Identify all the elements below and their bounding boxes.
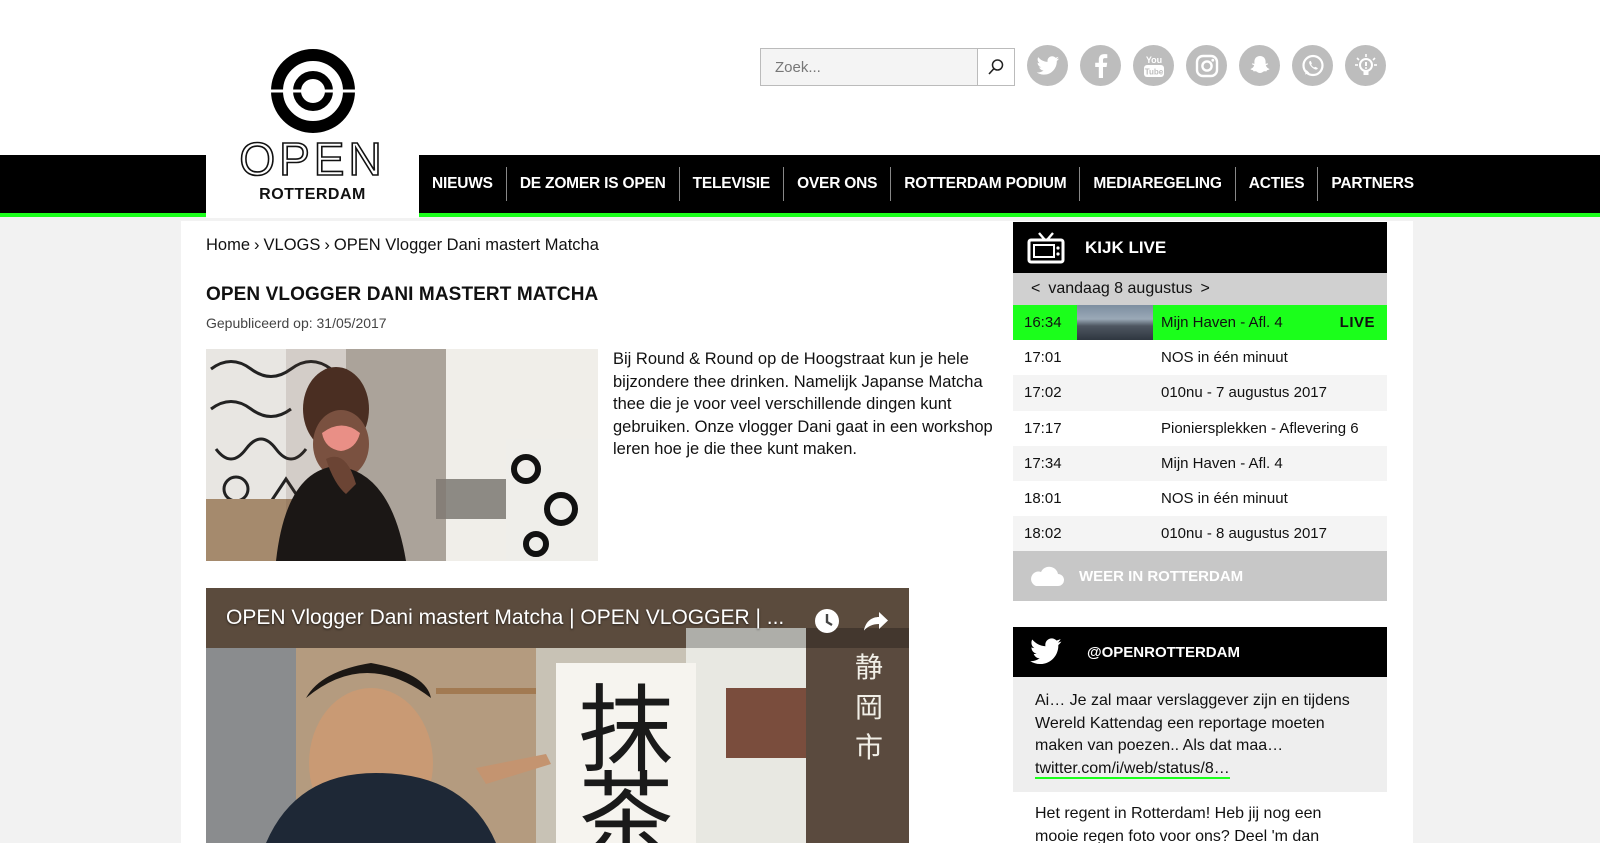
- schedule-time: 17:34: [1024, 454, 1062, 472]
- twitter-handle: @OPENROTTERDAM: [1087, 643, 1240, 661]
- schedule-row[interactable]: 17:34 Mijn Haven - Afl. 4: [1013, 445, 1387, 481]
- site-logo[interactable]: OPEN ROTTERDAM: [206, 48, 419, 218]
- sidebar: KIJK LIVE < vandaag 8 augustus > 16:34 Mi…: [1013, 222, 1387, 843]
- breadcrumb-home[interactable]: Home: [206, 236, 250, 254]
- svg-text:茶: 茶: [578, 763, 673, 843]
- tweet: Ai… Je zal maar verslaggever zijn en tij…: [1013, 677, 1387, 793]
- schedule-row[interactable]: 18:02 010nu - 8 augustus 2017: [1013, 516, 1387, 552]
- nav-item-mediaregeling[interactable]: MEDIAREGELING: [1080, 167, 1236, 201]
- schedule-row[interactable]: 17:01 NOS in één minuut: [1013, 340, 1387, 376]
- schedule-row[interactable]: 17:02 010nu - 7 augustus 2017: [1013, 375, 1387, 411]
- schedule-time: 17:02: [1024, 384, 1062, 402]
- logo-subtitle: ROTTERDAM: [259, 186, 366, 203]
- video-sign-text: 静岡市: [854, 651, 883, 764]
- breadcrumb-section[interactable]: VLOGS: [264, 236, 321, 254]
- watch-later-icon[interactable]: [812, 606, 842, 636]
- breadcrumb: Home › VLOGS › OPEN Vlogger Dani mastert Mat…: [206, 236, 603, 255]
- tweet: Het regent in Rotterdam! Heb jij nog een…: [1013, 792, 1387, 843]
- schedule-title: Mijn Haven - Afl. 4: [1161, 314, 1283, 332]
- schedule-row[interactable]: 17:17 Pioniersplekken - Aflevering 6: [1013, 410, 1387, 446]
- schedule-date: vandaag 8 augustus: [1048, 280, 1193, 297]
- schedule-title: Mijn Haven - Afl. 4: [1161, 454, 1283, 472]
- tweet-text: Ai… Je zal maar verslaggever zijn en tij…: [1035, 692, 1350, 755]
- search-button[interactable]: [977, 49, 1014, 85]
- tweet-text: Het regent in Rotterdam! Heb jij nog een…: [1035, 805, 1322, 843]
- schedule-row[interactable]: 18:01 NOS in één minuut: [1013, 480, 1387, 517]
- schedule-thumbnail: [1077, 305, 1153, 341]
- schedule-title: 010nu - 8 augustus 2017: [1161, 525, 1327, 543]
- live-heading: KIJK LIVE: [1085, 237, 1167, 257]
- nav-item-nieuws[interactable]: NIEUWS: [419, 167, 507, 201]
- svg-text:You: You: [1145, 55, 1161, 65]
- snapchat-icon[interactable]: [1239, 45, 1280, 86]
- facebook-icon[interactable]: [1080, 45, 1121, 86]
- publish-date: Gepubliceerd op: 31/05/2017: [206, 315, 387, 331]
- live-header[interactable]: KIJK LIVE: [1013, 222, 1387, 273]
- schedule-time: 16:34: [1024, 314, 1062, 332]
- nav-item-televisie[interactable]: TELEVISIE: [680, 167, 785, 201]
- nav-list: NIEUWS DE ZOMER IS OPEN TELEVISIE OVER ONS R…: [419, 155, 1427, 213]
- search-icon: [988, 59, 1004, 75]
- schedule-time: 18:02: [1024, 525, 1062, 543]
- weather-bar[interactable]: WEER IN ROTTERDAM: [1013, 551, 1387, 602]
- tv-icon: [1027, 231, 1065, 263]
- schedule-time: 18:01: [1024, 490, 1062, 508]
- share-icon[interactable]: [860, 606, 890, 636]
- tweet-link[interactable]: twitter.com/i/web/status/8…: [1035, 759, 1230, 779]
- search-box: [760, 48, 1015, 86]
- nav-item-partners[interactable]: PARTNERS: [1318, 167, 1427, 201]
- schedule-row-live[interactable]: 16:34 Mijn Haven - Afl. 4 LIVE: [1013, 305, 1387, 341]
- lightbulb-icon[interactable]: [1345, 45, 1386, 86]
- nav-item-de-zomer-is-open[interactable]: DE ZOMER IS OPEN: [507, 167, 680, 201]
- nav-item-rotterdam-podium[interactable]: ROTTERDAM PODIUM: [891, 167, 1081, 201]
- twitter-header[interactable]: @OPENROTTERDAM: [1013, 627, 1387, 678]
- prev-day-button[interactable]: <: [1023, 280, 1048, 298]
- logo-wordmark: OPEN: [239, 133, 386, 185]
- article-image: [206, 349, 598, 561]
- breadcrumb-current: OPEN Vlogger Dani mastert Matcha: [333, 236, 599, 254]
- schedule-title: Pioniersplekken - Aflevering 6: [1161, 419, 1359, 437]
- social-links: You Tube: [1027, 45, 1386, 86]
- youtube-icon[interactable]: You Tube: [1133, 45, 1174, 86]
- next-day-button[interactable]: >: [1192, 280, 1217, 298]
- schedule-title: NOS in één minuut: [1161, 349, 1288, 367]
- twitter-icon[interactable]: [1027, 45, 1068, 86]
- breadcrumb-separator: ›: [324, 236, 330, 254]
- schedule-list: 16:34 Mijn Haven - Afl. 4 LIVE 17:01 NOS in …: [1013, 305, 1387, 552]
- breadcrumb-separator: ›: [254, 236, 260, 254]
- video-title[interactable]: OPEN Vlogger Dani mastert Matcha | OPEN …: [226, 606, 784, 630]
- open-logo-icon: [269, 49, 356, 133]
- schedule-time: 17:01: [1024, 349, 1062, 367]
- article-intro: Bij Round & Round op de Hoogstraat kun j…: [613, 350, 993, 458]
- whatsapp-icon[interactable]: [1292, 45, 1333, 86]
- cloud-icon: [1031, 567, 1064, 587]
- video-player[interactable]: 抹 茶 OPEN Vlogger Dani mastert Matcha | O…: [206, 588, 909, 843]
- search-input[interactable]: [761, 49, 977, 85]
- schedule-title: 010nu - 7 augustus 2017: [1161, 384, 1327, 402]
- nav-item-over-ons[interactable]: OVER ONS: [784, 167, 892, 201]
- instagram-icon[interactable]: [1186, 45, 1227, 86]
- twitter-bird-icon: [1030, 638, 1062, 665]
- live-badge: LIVE: [1339, 314, 1375, 332]
- nav-item-acties[interactable]: ACTIES: [1236, 167, 1319, 201]
- article-title: OPEN VLOGGER DANI MASTERT MATCHA: [206, 284, 599, 305]
- schedule-date-bar: < vandaag 8 augustus >: [1013, 273, 1387, 305]
- schedule-title: NOS in één minuut: [1161, 490, 1288, 508]
- weather-label: WEER IN ROTTERDAM: [1079, 567, 1244, 585]
- svg-text:Tube: Tube: [1144, 67, 1163, 76]
- schedule-time: 17:17: [1024, 419, 1062, 437]
